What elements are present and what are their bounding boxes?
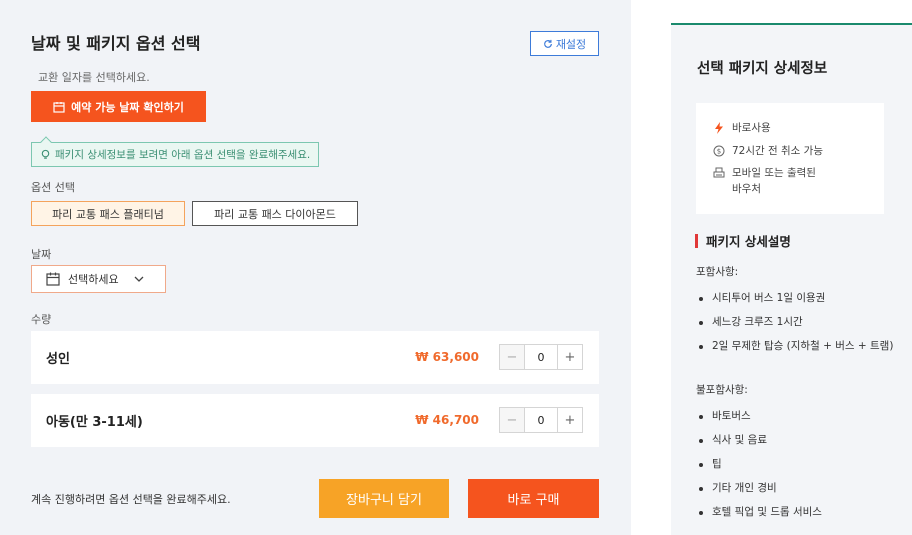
ticket-name: 아동(만 3-11세): [46, 415, 143, 430]
voucher-icon: [712, 165, 725, 181]
decrement-button[interactable]: −: [500, 408, 524, 432]
package-description-heading: 패키지 상세설명: [695, 231, 791, 250]
list-item: 식사 및 음료: [696, 433, 896, 448]
date-hint: 교환 일자를 선택하세요.: [38, 71, 150, 84]
feature-box: 바로사용 $ 72시간 전 취소 가능 모바일 또는 출력된 바우처: [696, 103, 884, 214]
decrement-button[interactable]: −: [500, 345, 524, 369]
section-title-text: 패키지 상세설명: [706, 234, 791, 249]
included-list: 시티투어 버스 1일 이용권 세느강 크루즈 1시간 2일 무제한 탑승 (지하…: [696, 291, 896, 363]
qty-row-adult: 성인 ₩ 63,600 − 0 +: [31, 331, 599, 384]
detail-card: 선택 패키지 상세정보 바로사용 $ 72시간 전 취소 가능 모바일 또는 출…: [671, 23, 912, 535]
date-section-label: 날짜: [31, 248, 52, 261]
quantity-value[interactable]: 0: [524, 408, 558, 432]
feature-text: 72시간 전 취소 가능: [732, 145, 823, 157]
check-dates-label: 예약 가능 날짜 확인하기: [71, 100, 184, 114]
feature-item: $ 72시간 전 취소 가능: [712, 143, 823, 159]
cancel-clock-icon: $: [712, 143, 725, 159]
feature-text: 바로사용: [732, 122, 771, 134]
quantity-stepper: − 0 +: [499, 344, 583, 370]
option-platinum-button[interactable]: 파리 교통 패스 플래티넘: [31, 201, 185, 226]
feature-text: 모바일 또는 출력된 바우처: [732, 167, 816, 195]
ticket-name: 성인: [46, 352, 70, 367]
reset-button[interactable]: 재설정: [530, 31, 599, 56]
heading-accent-bar: [695, 233, 698, 248]
option-section-label: 옵션 선택: [31, 181, 75, 194]
refresh-icon: [543, 39, 552, 48]
options-panel: 날짜 및 패키지 옵션 선택 재설정 교환 일자를 선택하세요. 예약 가능 날…: [0, 0, 631, 535]
reset-label: 재설정: [555, 37, 587, 51]
list-item: 기타 개인 경비: [696, 481, 896, 496]
footer-hint: 계속 진행하려면 옵션 선택을 완료해주세요.: [31, 493, 231, 506]
list-item: 바토버스: [696, 409, 896, 424]
notice-tail: [40, 136, 52, 148]
lightning-icon: [712, 120, 725, 136]
svg-text:$: $: [716, 148, 720, 156]
feature-item: 바로사용: [712, 120, 771, 136]
ticket-price: ₩ 46,700: [415, 413, 479, 427]
list-item: 호텔 픽업 및 드롭 서비스: [696, 505, 896, 520]
notice-tooltip: 패키지 상세정보를 보려면 아래 옵션 선택을 완료해주세요.: [31, 136, 320, 167]
list-item: 시티투어 버스 1일 이용권: [696, 291, 896, 306]
lightbulb-icon: [41, 149, 50, 159]
calendar-icon: [46, 272, 60, 286]
increment-button[interactable]: +: [558, 408, 582, 432]
excluded-list: 바토버스 식사 및 음료 팁 기타 개인 경비 호텔 픽업 및 드롭 서비스: [696, 409, 896, 529]
add-to-cart-button[interactable]: 장바구니 담기: [319, 479, 449, 518]
calendar-icon: [53, 101, 65, 113]
qty-row-child: 아동(만 3-11세) ₩ 46,700 − 0 +: [31, 394, 599, 447]
check-available-dates-button[interactable]: 예약 가능 날짜 확인하기: [31, 91, 206, 122]
list-item: 팁: [696, 457, 896, 472]
option-diamond-button[interactable]: 파리 교통 패스 다이아몬드: [192, 201, 358, 226]
date-select-value: 선택하세요: [68, 273, 119, 286]
date-select[interactable]: 선택하세요: [31, 265, 166, 293]
list-item: 2일 무제한 탑승 (지하철 + 버스 + 트램): [696, 339, 896, 354]
detail-title: 선택 패키지 상세정보: [697, 61, 828, 77]
chevron-down-icon: [134, 276, 144, 282]
included-label: 포함사항:: [696, 266, 739, 278]
increment-button[interactable]: +: [558, 345, 582, 369]
quantity-stepper: − 0 +: [499, 407, 583, 433]
quantity-value[interactable]: 0: [524, 345, 558, 369]
qty-section-label: 수량: [31, 313, 52, 326]
ticket-price: ₩ 63,600: [415, 350, 479, 364]
page-title: 날짜 및 패키지 옵션 선택: [31, 34, 201, 53]
feature-item: 모바일 또는 출력된 바우처: [712, 165, 816, 197]
detail-panel: 선택 패키지 상세정보 바로사용 $ 72시간 전 취소 가능 모바일 또는 출…: [631, 0, 912, 535]
list-item: 세느강 크루즈 1시간: [696, 315, 896, 330]
notice-text: 패키지 상세정보를 보려면 아래 옵션 선택을 완료해주세요.: [55, 149, 311, 161]
excluded-label: 불포함사항:: [696, 384, 748, 396]
buy-now-button[interactable]: 바로 구매: [468, 479, 599, 518]
